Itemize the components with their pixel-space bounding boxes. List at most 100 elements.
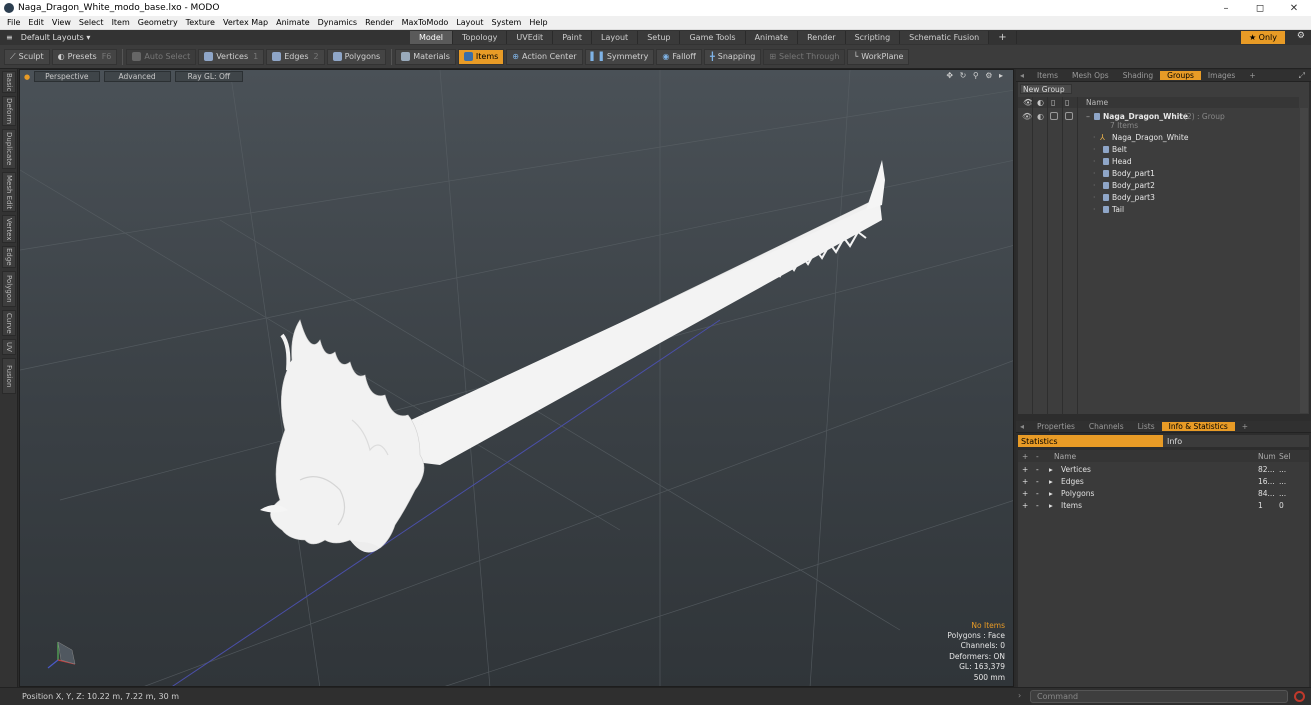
naga-dragon-model[interactable] bbox=[260, 160, 885, 553]
auto-select-button[interactable]: Auto Select bbox=[126, 48, 197, 65]
vtab-mesh-edit[interactable]: Mesh Edit bbox=[2, 172, 16, 212]
falloff-button[interactable]: ◉ Falloff bbox=[656, 48, 702, 65]
tab-lists[interactable]: Lists bbox=[1131, 422, 1162, 431]
expand-arrow-icon[interactable]: ▸ bbox=[1049, 465, 1053, 474]
group-item-row[interactable]: · Head bbox=[1018, 155, 1299, 167]
group-item-row[interactable]: · Tail bbox=[1018, 203, 1299, 215]
add-tab-button[interactable]: + bbox=[989, 31, 1017, 44]
raygl-button[interactable]: Ray GL: Off bbox=[174, 71, 244, 82]
minimize-button[interactable]: – bbox=[1209, 3, 1243, 14]
menu-maxtomodo[interactable]: MaxToModo bbox=[402, 18, 449, 27]
command-history-icon[interactable]: › bbox=[1018, 691, 1021, 700]
view-perspective-button[interactable]: Perspective bbox=[34, 71, 100, 82]
remove-icon[interactable]: - bbox=[1036, 477, 1039, 486]
tab-groups[interactable]: Groups bbox=[1160, 71, 1201, 80]
remove-icon[interactable]: - bbox=[1036, 465, 1039, 474]
menu-select[interactable]: Select bbox=[79, 18, 104, 27]
shading-advanced-button[interactable]: Advanced bbox=[103, 71, 171, 82]
vtab-basic[interactable]: Basic bbox=[2, 71, 16, 93]
add-all-icon[interactable]: + bbox=[1022, 452, 1028, 461]
expand-arrow-icon[interactable]: ▸ bbox=[1049, 501, 1053, 510]
record-macro-icon[interactable] bbox=[1294, 691, 1305, 702]
tab-topology[interactable]: Topology bbox=[453, 31, 508, 44]
materials-button[interactable]: Materials bbox=[395, 48, 456, 65]
remove-icon[interactable]: - bbox=[1036, 501, 1039, 510]
group-item-row[interactable]: · Body_part2 bbox=[1018, 179, 1299, 191]
tab-info[interactable]: Info bbox=[1163, 435, 1309, 447]
tab-mesh-ops[interactable]: Mesh Ops bbox=[1065, 71, 1116, 80]
tab-render[interactable]: Render bbox=[798, 31, 846, 44]
tab-uvedit[interactable]: UVEdit bbox=[507, 31, 554, 44]
action-center-button[interactable]: ⊕ Action Center bbox=[506, 48, 583, 65]
vtab-vertex[interactable]: Vertex bbox=[2, 215, 16, 243]
menu-file[interactable]: File bbox=[7, 18, 20, 27]
remove-all-icon[interactable]: - bbox=[1036, 452, 1039, 461]
close-button[interactable]: ✕ bbox=[1277, 3, 1311, 14]
menu-help[interactable]: Help bbox=[529, 18, 547, 27]
expand-arrow-icon[interactable]: ▸ bbox=[1049, 477, 1053, 486]
menu-geometry[interactable]: Geometry bbox=[138, 18, 178, 27]
tab-model[interactable]: Model bbox=[410, 31, 454, 44]
vtab-deform[interactable]: Deform bbox=[2, 96, 16, 126]
tab-animate[interactable]: Animate bbox=[745, 31, 799, 44]
workplane-button[interactable]: └ WorkPlane bbox=[847, 48, 910, 65]
command-input[interactable]: Command bbox=[1030, 690, 1288, 703]
edges-button[interactable]: Edges 2 bbox=[266, 48, 325, 65]
tab-channels[interactable]: Channels bbox=[1082, 422, 1131, 431]
only-toggle[interactable]: ★ Only bbox=[1241, 31, 1285, 44]
tab-statistics[interactable]: Statistics bbox=[1018, 435, 1163, 447]
remove-icon[interactable]: - bbox=[1036, 489, 1039, 498]
3d-viewport[interactable]: ● Perspective Advanced Ray GL: Off ✥ ↻ ⚲… bbox=[19, 69, 1014, 687]
layout-selector[interactable]: ≡ Default Layouts ▾ bbox=[0, 33, 410, 42]
tab-shading[interactable]: Shading bbox=[1116, 71, 1160, 80]
expand-panel-icon[interactable]: ⤢ bbox=[1299, 71, 1305, 81]
menu-vertex-map[interactable]: Vertex Map bbox=[223, 18, 268, 27]
polygons-button[interactable]: Polygons bbox=[326, 48, 387, 65]
tab-paint[interactable]: Paint bbox=[553, 31, 592, 44]
symmetry-button[interactable]: ▌▐ Symmetry bbox=[584, 48, 655, 65]
tab-schematic-fusion[interactable]: Schematic Fusion bbox=[900, 31, 990, 44]
statistics-row[interactable]: + - ▸ Items 1 0 bbox=[1018, 499, 1309, 511]
viewport-scene[interactable] bbox=[20, 70, 1014, 687]
new-group-button[interactable]: New Group bbox=[1020, 84, 1072, 94]
vtab-edge[interactable]: Edge bbox=[2, 246, 16, 268]
panel-menu-icon[interactable]: ◂ bbox=[1020, 422, 1024, 431]
statistics-row[interactable]: + - ▸ Polygons 84... ... bbox=[1018, 487, 1309, 499]
tab-setup[interactable]: Setup bbox=[638, 31, 681, 44]
menu-item[interactable]: Item bbox=[112, 18, 130, 27]
vtab-polygon[interactable]: Polygon bbox=[2, 271, 16, 307]
add-icon[interactable]: + bbox=[1022, 477, 1028, 486]
menu-animate[interactable]: Animate bbox=[276, 18, 310, 27]
snapping-button[interactable]: ╋ Snapping bbox=[703, 48, 762, 65]
tab-images[interactable]: Images bbox=[1201, 71, 1242, 80]
group-item-row[interactable]: · Body_part1 bbox=[1018, 167, 1299, 179]
vtab-fusion[interactable]: Fusion bbox=[2, 358, 16, 394]
menu-render[interactable]: Render bbox=[365, 18, 393, 27]
menu-dynamics[interactable]: Dynamics bbox=[318, 18, 357, 27]
add-icon[interactable]: + bbox=[1022, 501, 1028, 510]
viewport-menu-icon[interactable]: ● bbox=[24, 73, 30, 81]
group-item-row[interactable]: · Body_part3 bbox=[1018, 191, 1299, 203]
menu-layout[interactable]: Layout bbox=[456, 18, 483, 27]
sculpt-button[interactable]: ⟋ Sculpt bbox=[4, 48, 50, 65]
tab-game-tools[interactable]: Game Tools bbox=[680, 31, 746, 44]
expand-arrow-icon[interactable]: ▸ bbox=[1049, 489, 1053, 498]
add-icon[interactable]: + bbox=[1022, 489, 1028, 498]
select-through-button[interactable]: ⊞ Select Through bbox=[763, 48, 846, 65]
add-panel-tab[interactable]: + bbox=[1242, 71, 1262, 80]
tab-items[interactable]: Items bbox=[1030, 71, 1065, 80]
menu-system[interactable]: System bbox=[492, 18, 522, 27]
maximize-button[interactable]: ◻ bbox=[1243, 3, 1277, 14]
menu-view[interactable]: View bbox=[52, 18, 71, 27]
vtab-uv[interactable]: UV bbox=[2, 339, 16, 355]
add-panel-tab[interactable]: + bbox=[1235, 422, 1255, 431]
tab-scripting[interactable]: Scripting bbox=[845, 31, 901, 44]
group-item-row[interactable]: · Belt bbox=[1018, 143, 1299, 155]
menu-edit[interactable]: Edit bbox=[28, 18, 44, 27]
viewport-nav-icons[interactable]: ✥ ↻ ⚲ ⚙ ▸ bbox=[946, 71, 1005, 80]
gear-icon[interactable]: ⚙ bbox=[1297, 31, 1305, 41]
tab-properties[interactable]: Properties bbox=[1030, 422, 1082, 431]
panel-menu-icon[interactable]: ◂ bbox=[1020, 71, 1024, 80]
menu-texture[interactable]: Texture bbox=[186, 18, 215, 27]
presets-button[interactable]: ◐ Presets F6 bbox=[51, 48, 118, 65]
